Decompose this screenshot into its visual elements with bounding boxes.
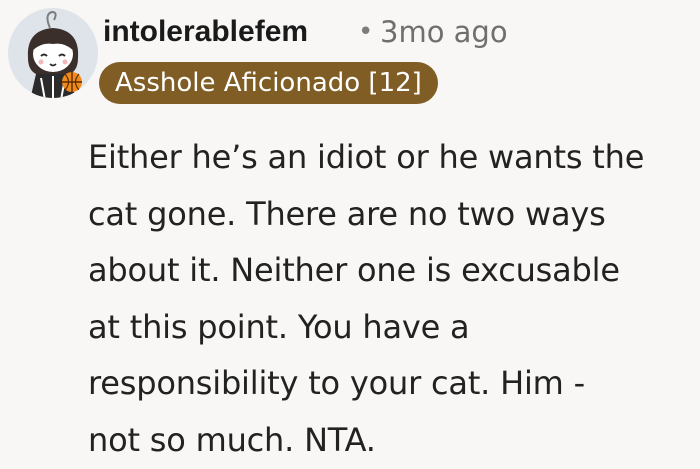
user-avatar[interactable] (8, 8, 98, 98)
comment-line: at this point. You have a (88, 307, 470, 346)
avatar-icon (8, 8, 98, 98)
comment-body: Either he’s an idiot or he wants the cat… (88, 129, 693, 469)
comment-line: about it. Neither one is excusable (88, 251, 620, 290)
comment-line: not so much. NTA. (88, 420, 376, 459)
comment-line: Either he’s an idiot or he wants the (88, 138, 645, 176)
comment-line: cat gone. There are no two ways (88, 194, 606, 233)
user-flair-badge: Asshole Aficionado [12] (99, 62, 438, 104)
username-link[interactable]: intolerablefem (103, 12, 308, 52)
separator-dot: • (358, 17, 374, 47)
comment-line: responsibility to your cat. Him - (88, 364, 585, 403)
timestamp-link[interactable]: 3mo ago (380, 12, 508, 52)
